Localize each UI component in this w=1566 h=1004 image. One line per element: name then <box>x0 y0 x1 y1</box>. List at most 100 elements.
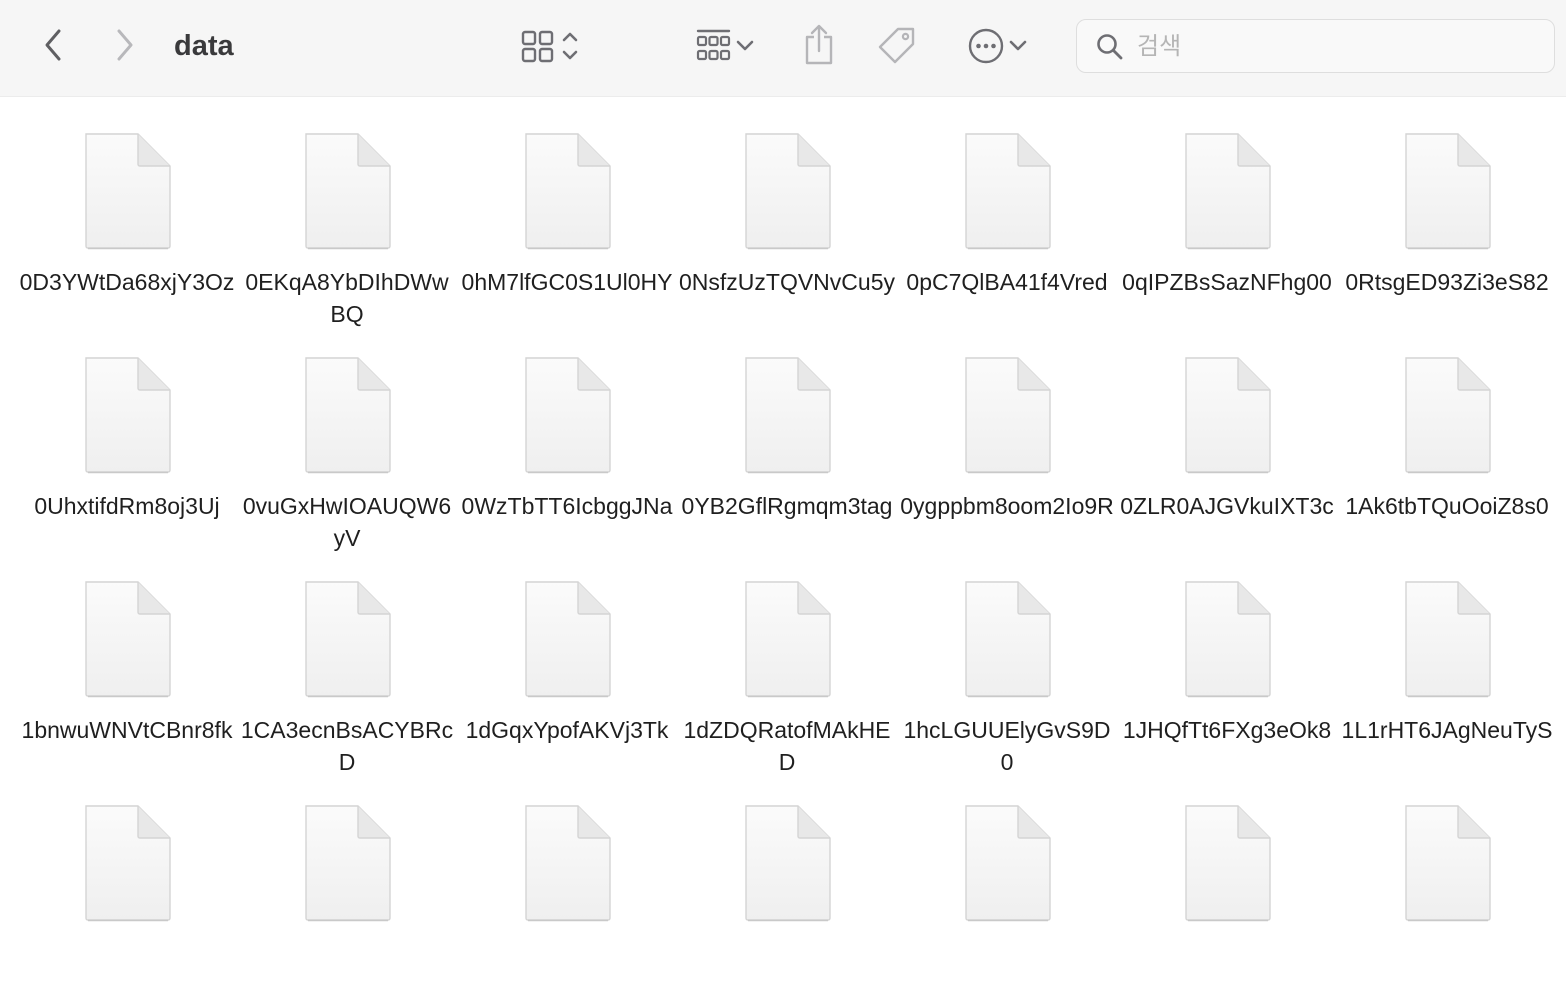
file-item[interactable]: 0WzTbTT6IcbggJNa <box>457 332 677 556</box>
document-file-icon <box>963 132 1053 250</box>
file-name: 0ygppbm8oom2Io9R <box>900 493 1114 519</box>
ellipsis-circle-icon <box>968 28 1004 64</box>
document-file-icon <box>1403 580 1493 698</box>
document-file-icon <box>83 804 173 922</box>
file-item[interactable]: 1L1rHT6JAgNeuTyS <box>1337 556 1557 780</box>
file-name: 1dZDQRatofMAkHED <box>683 717 891 775</box>
document-file-icon <box>83 132 173 250</box>
document-file-icon <box>303 356 393 474</box>
file-item[interactable]: 1dZDQRatofMAkHED <box>677 556 897 780</box>
file-name: 1hcLGUUElyGvS9D0 <box>903 717 1111 775</box>
document-file-icon <box>523 132 613 250</box>
file-name: 1L1rHT6JAgNeuTyS <box>1341 717 1553 743</box>
document-file-icon <box>1403 356 1493 474</box>
file-item[interactable]: 0qIPZBsSazNFhg00 <box>1117 108 1337 332</box>
file-name: 0UhxtifdRm8oj3Uj <box>34 493 220 519</box>
file-item[interactable]: 0hM7lfGC0S1Ul0HY <box>457 108 677 332</box>
share-button[interactable] <box>796 20 842 70</box>
file-item[interactable]: 0UhxtifdRm8oj3Uj <box>17 332 237 556</box>
file-name: 1dGqxYpofAKVj3Tk <box>465 717 669 743</box>
group-by-button[interactable] <box>684 22 764 70</box>
file-item[interactable] <box>457 780 677 1004</box>
file-item[interactable]: 1JHQfTt6FXg3eOk8 <box>1117 556 1337 780</box>
file-item[interactable]: 0pC7QlBA41f4Vred <box>897 108 1117 332</box>
document-file-icon <box>743 356 833 474</box>
chevron-updown-icon <box>562 32 578 60</box>
file-item[interactable] <box>677 780 897 1004</box>
document-file-icon <box>743 580 833 698</box>
document-file-icon <box>1403 804 1493 922</box>
document-file-icon <box>963 804 1053 922</box>
document-file-icon <box>83 356 173 474</box>
file-name: 1bnwuWNVtCBnr8fk <box>21 717 233 743</box>
file-item[interactable] <box>1117 780 1337 1004</box>
toolbar: data <box>0 0 1566 97</box>
document-file-icon <box>963 356 1053 474</box>
tag-button[interactable] <box>874 22 920 70</box>
file-item[interactable]: 0ZLR0AJGVkuIXT3c <box>1117 332 1337 556</box>
search-field[interactable] <box>1076 19 1555 73</box>
file-name: 1Ak6tbTQuOoiZ8s0 <box>1345 493 1549 519</box>
forward-button[interactable] <box>106 24 142 66</box>
file-item[interactable]: 0YB2GflRgmqm3tag <box>677 332 897 556</box>
file-item[interactable]: 1bnwuWNVtCBnr8fk <box>17 556 237 780</box>
document-file-icon <box>963 580 1053 698</box>
file-name: 0hM7lfGC0S1Ul0HY <box>461 269 673 295</box>
file-name: 0D3YWtDa68xjY3Oz <box>19 269 235 295</box>
search-icon <box>1097 34 1123 60</box>
chevron-right-icon <box>117 29 133 61</box>
file-item[interactable]: 0ygppbm8oom2Io9R <box>897 332 1117 556</box>
file-item[interactable] <box>237 780 457 1004</box>
file-item[interactable]: 0vuGxHwIOAUQW6yV <box>237 332 457 556</box>
document-file-icon <box>743 804 833 922</box>
chevron-left-icon <box>45 29 61 61</box>
file-name: 0ZLR0AJGVkuIXT3c <box>1120 493 1334 519</box>
document-file-icon <box>1183 804 1273 922</box>
document-file-icon <box>1403 132 1493 250</box>
document-file-icon <box>523 356 613 474</box>
file-name: 0NsfzUzTQVNvCu5y <box>679 269 895 295</box>
document-file-icon <box>1183 580 1273 698</box>
document-file-icon <box>523 804 613 922</box>
file-grid: 0D3YWtDa68xjY3Oz 0EKqA8YbDIhDWwBQ 0hM7lfGC… <box>17 108 1557 1004</box>
window-title: data <box>174 30 234 62</box>
document-file-icon <box>523 580 613 698</box>
file-item[interactable]: 1Ak6tbTQuOoiZ8s0 <box>1337 332 1557 556</box>
file-name: 0EKqA8YbDIhDWwBQ <box>245 269 449 327</box>
file-item[interactable]: 0NsfzUzTQVNvCu5y <box>677 108 897 332</box>
file-name: 0vuGxHwIOAUQW6yV <box>242 493 452 551</box>
file-item[interactable] <box>17 780 237 1004</box>
file-item[interactable] <box>897 780 1117 1004</box>
file-name: 0WzTbTT6IcbggJNa <box>461 493 673 519</box>
file-name: 1JHQfTt6FXg3eOk8 <box>1122 717 1332 743</box>
file-name: 0RtsgED93Zi3eS82 <box>1345 269 1549 295</box>
document-file-icon <box>1183 356 1273 474</box>
view-mode-button[interactable] <box>508 22 588 70</box>
file-name: 0YB2GflRgmqm3tag <box>681 493 893 519</box>
document-file-icon <box>743 132 833 250</box>
file-name: 0pC7QlBA41f4Vred <box>906 269 1108 295</box>
document-file-icon <box>303 132 393 250</box>
chevron-down-icon <box>736 40 754 51</box>
group-by-icon <box>696 29 731 61</box>
file-name: 1CA3ecnBsACYBRcD <box>240 717 454 775</box>
document-file-icon <box>303 804 393 922</box>
file-item[interactable]: 0D3YWtDa68xjY3Oz <box>17 108 237 332</box>
file-item[interactable] <box>1337 780 1557 1004</box>
more-actions-button[interactable] <box>960 22 1036 70</box>
back-button[interactable] <box>36 24 72 66</box>
icon-grid-view-icon <box>521 30 554 63</box>
document-file-icon <box>303 580 393 698</box>
document-file-icon <box>1183 132 1273 250</box>
file-name: 0qIPZBsSazNFhg00 <box>1122 269 1332 295</box>
search-input[interactable] <box>1135 28 1539 66</box>
file-item[interactable]: 1hcLGUUElyGvS9D0 <box>897 556 1117 780</box>
document-file-icon <box>83 580 173 698</box>
tag-icon <box>878 27 915 64</box>
file-item[interactable]: 1dGqxYpofAKVj3Tk <box>457 556 677 780</box>
chevron-down-icon <box>1009 40 1027 51</box>
share-icon <box>805 24 833 65</box>
file-item[interactable]: 0RtsgED93Zi3eS82 <box>1337 108 1557 332</box>
file-item[interactable]: 0EKqA8YbDIhDWwBQ <box>237 108 457 332</box>
file-item[interactable]: 1CA3ecnBsACYBRcD <box>237 556 457 780</box>
